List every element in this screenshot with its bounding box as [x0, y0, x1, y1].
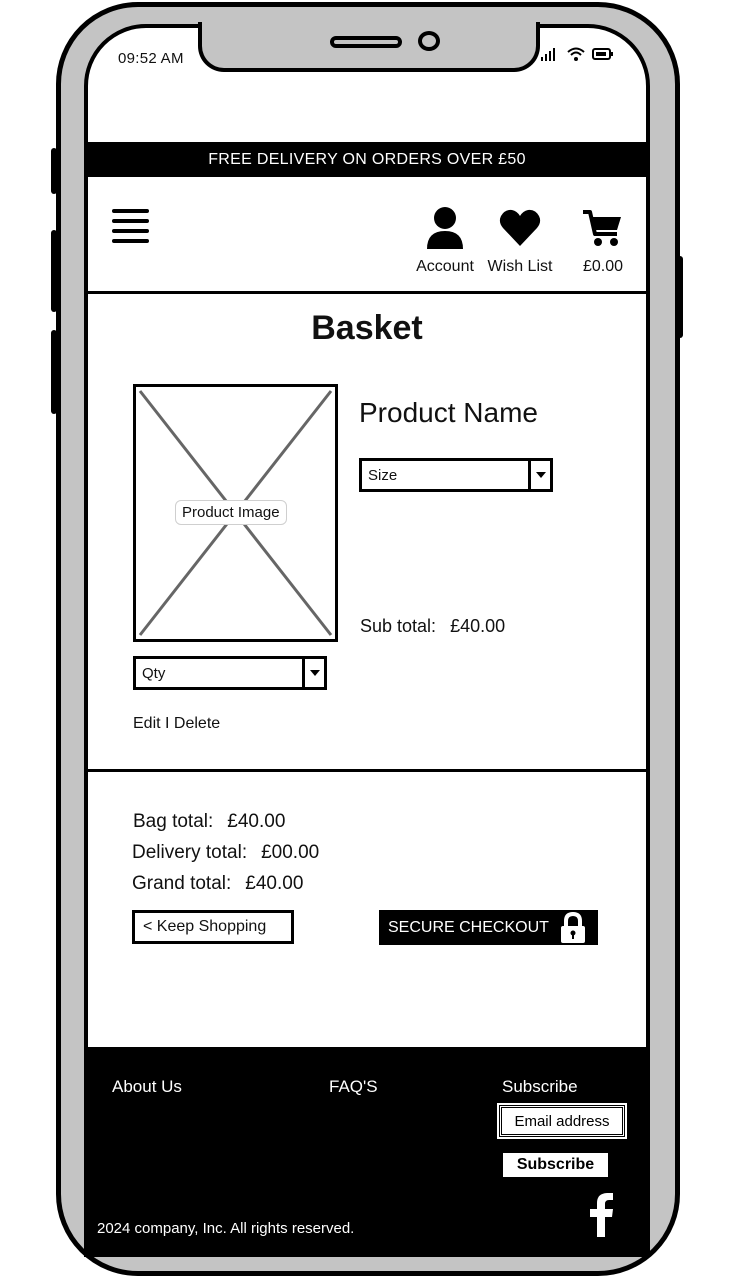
product-image: Product Image: [133, 384, 338, 642]
subscribe-button[interactable]: Subscribe: [503, 1153, 608, 1177]
status-icons: [540, 46, 614, 62]
delivery-total-value: £00.00: [261, 842, 320, 863]
basket-total: £0.00: [582, 258, 624, 275]
subtotal-value: £40.00: [450, 616, 506, 636]
secure-checkout-label: SECURE CHECKOUT: [388, 918, 549, 936]
secure-checkout-button[interactable]: SECURE CHECKOUT: [379, 910, 598, 945]
cart-icon: [583, 210, 621, 246]
copyright: 2024 company, Inc. All rights reserved.: [97, 1220, 355, 1237]
account-icon: [427, 207, 463, 249]
phone-power-button: [677, 256, 683, 338]
subtotal-label: Sub total:: [360, 616, 437, 636]
facebook-icon[interactable]: [590, 1193, 614, 1237]
size-select[interactable]: Size: [359, 458, 553, 492]
wifi-icon: [567, 47, 585, 61]
delivery-total-label: Delivery total:: [132, 842, 248, 863]
product-name: Product Name: [359, 397, 538, 428]
footer-subscribe-heading: Subscribe: [502, 1077, 578, 1096]
footer-link-about[interactable]: About Us: [112, 1077, 182, 1097]
totals-divider: [88, 769, 646, 772]
account-label: Account: [416, 258, 474, 275]
chevron-down-icon: [528, 461, 550, 489]
footer-link-faq[interactable]: FAQ'S: [329, 1077, 378, 1097]
phone-speaker: [330, 36, 402, 48]
battery-icon: [592, 48, 613, 60]
grand-total-label: Grand total:: [132, 873, 232, 894]
size-select-value: Size: [368, 466, 398, 484]
grand-total-value: £40.00: [245, 873, 304, 894]
wishlist-label: Wish List: [487, 258, 553, 275]
page-title: Basket: [311, 309, 423, 347]
product-image-label: Product Image: [175, 500, 287, 525]
bag-total: Bag total: £40.00: [133, 811, 285, 833]
promo-banner: FREE DELIVERY ON ORDERS OVER £50: [88, 142, 646, 177]
footer: About Us FAQ'S Subscribe Email address S…: [84, 1047, 650, 1257]
phone-volume-down: [51, 330, 57, 414]
heart-icon: [499, 209, 541, 246]
phone-volume-up: [51, 230, 57, 312]
email-field[interactable]: Email address: [497, 1103, 627, 1139]
qty-select-value: Qty: [142, 664, 166, 682]
status-time: 09:52 AM: [118, 50, 184, 67]
account-button[interactable]: Account: [410, 206, 480, 276]
delivery-total: Delivery total: £00.00: [132, 842, 319, 864]
header-divider: [88, 291, 646, 294]
menu-icon[interactable]: [112, 208, 150, 246]
lock-icon: [560, 911, 585, 943]
basket-button[interactable]: £0.00: [570, 206, 636, 276]
chevron-down-icon: [302, 659, 324, 687]
grand-total: Grand total: £40.00: [132, 873, 303, 895]
bag-total-label: Bag total:: [133, 811, 214, 832]
qty-select[interactable]: Qty: [133, 656, 327, 690]
phone-side-button: [51, 148, 57, 194]
keep-shopping-button[interactable]: < Keep Shopping: [132, 910, 294, 944]
bag-total-value: £40.00: [227, 811, 286, 832]
product-subtotal: Sub total: £40.00: [360, 616, 505, 637]
signal-icon: [541, 48, 555, 61]
wishlist-button[interactable]: Wish List: [482, 206, 558, 276]
phone-camera: [418, 31, 440, 51]
edit-delete-links[interactable]: Edit I Delete: [133, 715, 220, 733]
